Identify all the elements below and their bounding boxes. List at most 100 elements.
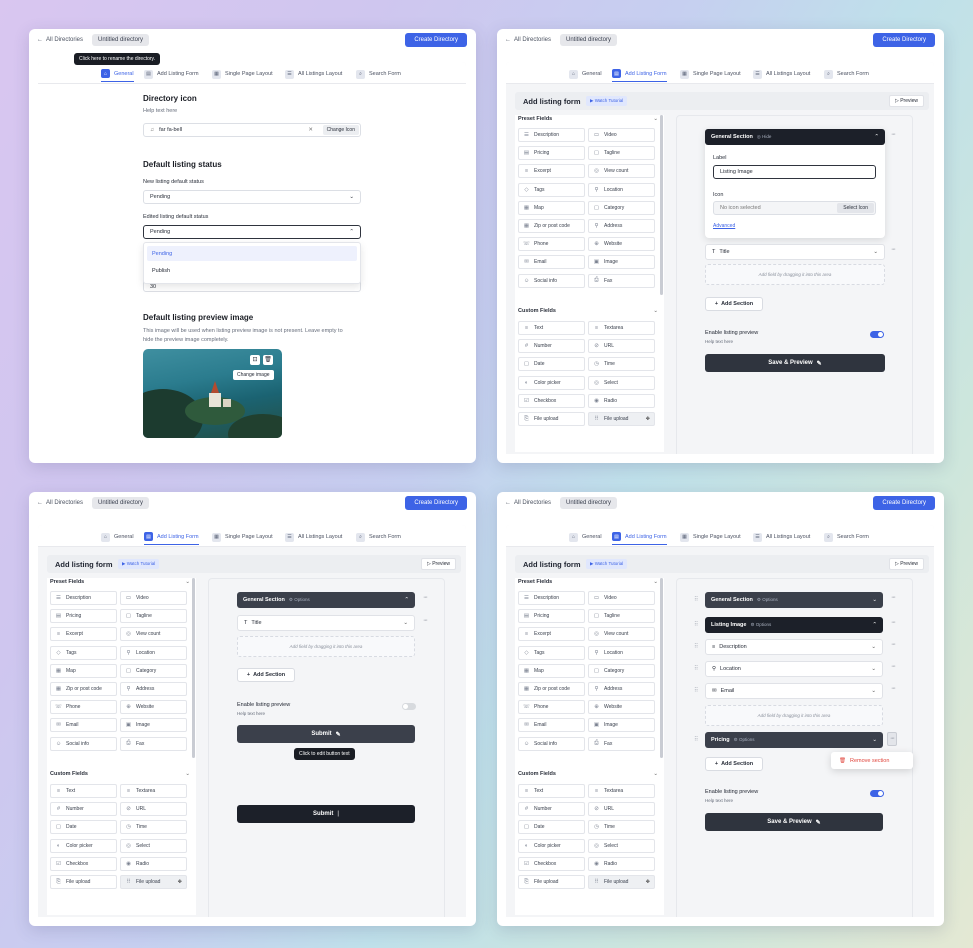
field-color-picker[interactable]: ◐ Color picker (518, 838, 585, 853)
field-pricing[interactable]: ▤ Pricing (50, 609, 117, 624)
field-map[interactable]: ▦ Map (50, 663, 117, 678)
field-social-info[interactable]: ☺ Social info (50, 736, 117, 751)
field-fax[interactable]: ⎙ Fax (588, 736, 655, 751)
general-section-header[interactable]: General Section ⚙ Options ⌃ (237, 592, 415, 608)
drop-zone[interactable]: Add field by dragging it into this area (237, 636, 415, 657)
field-text[interactable]: ≡ Text (518, 321, 585, 335)
field-select[interactable]: ◎ Select (588, 375, 655, 390)
field-tags[interactable]: ◇ Tags (518, 645, 585, 660)
field-phone[interactable]: ☏ Phone (518, 237, 585, 252)
title-field[interactable]: T Title ⌄ (237, 615, 415, 631)
palette-scrollbar[interactable] (660, 115, 663, 295)
preview-button[interactable]: ▷ Preview (420, 558, 456, 570)
options-toggle[interactable]: ⚙ Options (750, 622, 771, 628)
field-tagline[interactable]: ▢ Tagline (588, 146, 655, 161)
field-radio[interactable]: ◉ Radio (588, 856, 655, 871)
location-field[interactable]: ⚲ Location ⌄ (705, 661, 883, 677)
field-text[interactable]: ≡ Text (50, 784, 117, 798)
tab-add-listing-form[interactable]: ▤ Add Listing Form (144, 529, 199, 545)
remove-section-menu-item[interactable]: 🗑 Remove section (831, 752, 913, 769)
more-options-icon[interactable]: ··· (891, 663, 896, 670)
more-options-icon[interactable]: ··· (891, 641, 896, 648)
field-image[interactable]: ▣ Image (588, 255, 655, 270)
field-excerpt[interactable]: ≡ Excerpt (518, 164, 585, 179)
drop-zone[interactable]: Add field by dragging it into this area (705, 705, 883, 726)
description-field[interactable]: ≡ Description ⌄ (705, 639, 883, 655)
field-image[interactable]: ▣ Image (120, 718, 187, 733)
field-file-upload-dragging[interactable]: ⠿ File upload ✥ (588, 875, 655, 889)
edited-status-select[interactable]: Pending ⌃ (143, 225, 361, 239)
general-section-header[interactable]: General Section ⚙ Options ⌄ (705, 592, 883, 608)
field-social-info[interactable]: ☺ Social info (518, 273, 585, 288)
field-number[interactable]: # Number (50, 802, 117, 817)
field-location[interactable]: ⚲ Location (588, 645, 655, 660)
pricing-section-header[interactable]: Pricing ⚙ Options ⌄ (705, 732, 883, 748)
back-link[interactable]: ← All Directories (37, 500, 83, 506)
email-field[interactable]: ✉ Email ⌄ (705, 683, 883, 699)
field-radio[interactable]: ◉ Radio (120, 856, 187, 871)
custom-fields-header[interactable]: Custom Fields ⌄ (50, 771, 190, 777)
field-website[interactable]: ⊕ Website (588, 237, 655, 252)
tab-all-listings-layout[interactable]: ☰ All Listings Layout (753, 529, 810, 545)
field-website[interactable]: ⊕ Website (588, 700, 655, 715)
field-description[interactable]: ☰ Description (50, 591, 117, 605)
tab-search-form[interactable]: ⌕ Search Form (824, 66, 869, 82)
drag-handle-icon[interactable]: ⠿ (694, 621, 698, 628)
directory-name[interactable]: Untitled directory (560, 497, 618, 509)
field-website[interactable]: ⊕ Website (120, 700, 187, 715)
tab-all-listings-layout[interactable]: ☰ All Listings Layout (753, 66, 810, 82)
tab-single-page-layout[interactable]: ▦ Single Page Layout (212, 529, 273, 545)
icon-select[interactable]: No icon selected Select Icon (713, 201, 876, 215)
create-directory-button[interactable]: Create Directory (405, 33, 467, 47)
advanced-link[interactable]: Advanced (713, 223, 735, 229)
tab-all-listings-layout[interactable]: ☰ All Listings Layout (285, 529, 342, 545)
field-checkbox[interactable]: ☑ Checkbox (50, 856, 117, 871)
change-icon-button[interactable]: Change Icon (322, 125, 359, 135)
field-video[interactable]: ▭ Video (588, 591, 655, 605)
option-pending[interactable]: Pending (147, 246, 357, 261)
field-map[interactable]: ▦ Map (518, 200, 585, 215)
listing-image-section-header[interactable]: Listing Image ⚙ Options ⌃ (705, 617, 883, 633)
field-zip-or-post-code[interactable]: ▦ Zip or post code (518, 219, 585, 233)
tab-add-listing-form[interactable]: ▤ Add Listing Form (612, 529, 667, 545)
image-upload-button[interactable]: ⊡ (250, 355, 260, 365)
field-view-count[interactable]: ◎ View count (120, 627, 187, 642)
field-view-count[interactable]: ◎ View count (588, 627, 655, 642)
field-time[interactable]: ◷ Time (120, 820, 187, 835)
field-url[interactable]: ⊘ URL (120, 802, 187, 817)
options-toggle[interactable]: ⚙ Options (757, 597, 778, 603)
field-date[interactable]: ▢ Date (518, 357, 585, 372)
field-zip-or-post-code[interactable]: ▦ Zip or post code (518, 682, 585, 696)
field-file-upload-dragging[interactable]: ⠿ File upload ✥ (588, 412, 655, 426)
tab-add-listing-form[interactable]: ▤ Add Listing Form (144, 66, 199, 82)
field-excerpt[interactable]: ≡ Excerpt (50, 627, 117, 642)
field-tags[interactable]: ◇ Tags (50, 645, 117, 660)
field-location[interactable]: ⚲ Location (588, 182, 655, 197)
field-category[interactable]: ▢ Category (588, 663, 655, 678)
image-delete-button[interactable]: 🗑 (263, 355, 273, 365)
field-description[interactable]: ☰ Description (518, 128, 585, 142)
field-checkbox[interactable]: ☑ Checkbox (518, 393, 585, 408)
field-pricing[interactable]: ▤ Pricing (518, 146, 585, 161)
field-fax[interactable]: ⎙ Fax (588, 273, 655, 288)
hide-toggle[interactable]: ◎ Hide (757, 134, 771, 140)
preview-button[interactable]: ▷ Preview (888, 558, 924, 570)
add-section-button[interactable]: + Add Section (705, 757, 763, 771)
custom-fields-header[interactable]: Custom Fields ⌄ (518, 771, 658, 777)
field-time[interactable]: ◷ Time (588, 820, 655, 835)
field-tagline[interactable]: ▢ Tagline (120, 609, 187, 624)
custom-fields-header[interactable]: Custom Fields ⌄ (518, 308, 658, 314)
field-textarea[interactable]: ≡ Textarea (588, 321, 655, 335)
submit-button-editing[interactable]: Submit | (237, 805, 415, 823)
field-select[interactable]: ◎ Select (588, 838, 655, 853)
preview-button[interactable]: ▷ Preview (888, 95, 924, 107)
create-directory-button[interactable]: Create Directory (873, 33, 935, 47)
tab-single-page-layout[interactable]: ▦ Single Page Layout (680, 66, 741, 82)
field-view-count[interactable]: ◎ View count (588, 164, 655, 179)
field-number[interactable]: # Number (518, 802, 585, 817)
icon-input[interactable]: ♫ far fa-bell ✕ Change Icon (143, 123, 361, 137)
tab-search-form[interactable]: ⌕ Search Form (824, 529, 869, 545)
field-image[interactable]: ▣ Image (588, 718, 655, 733)
add-section-button[interactable]: + Add Section (705, 297, 763, 311)
new-status-select[interactable]: Pending ⌄ (143, 190, 361, 204)
